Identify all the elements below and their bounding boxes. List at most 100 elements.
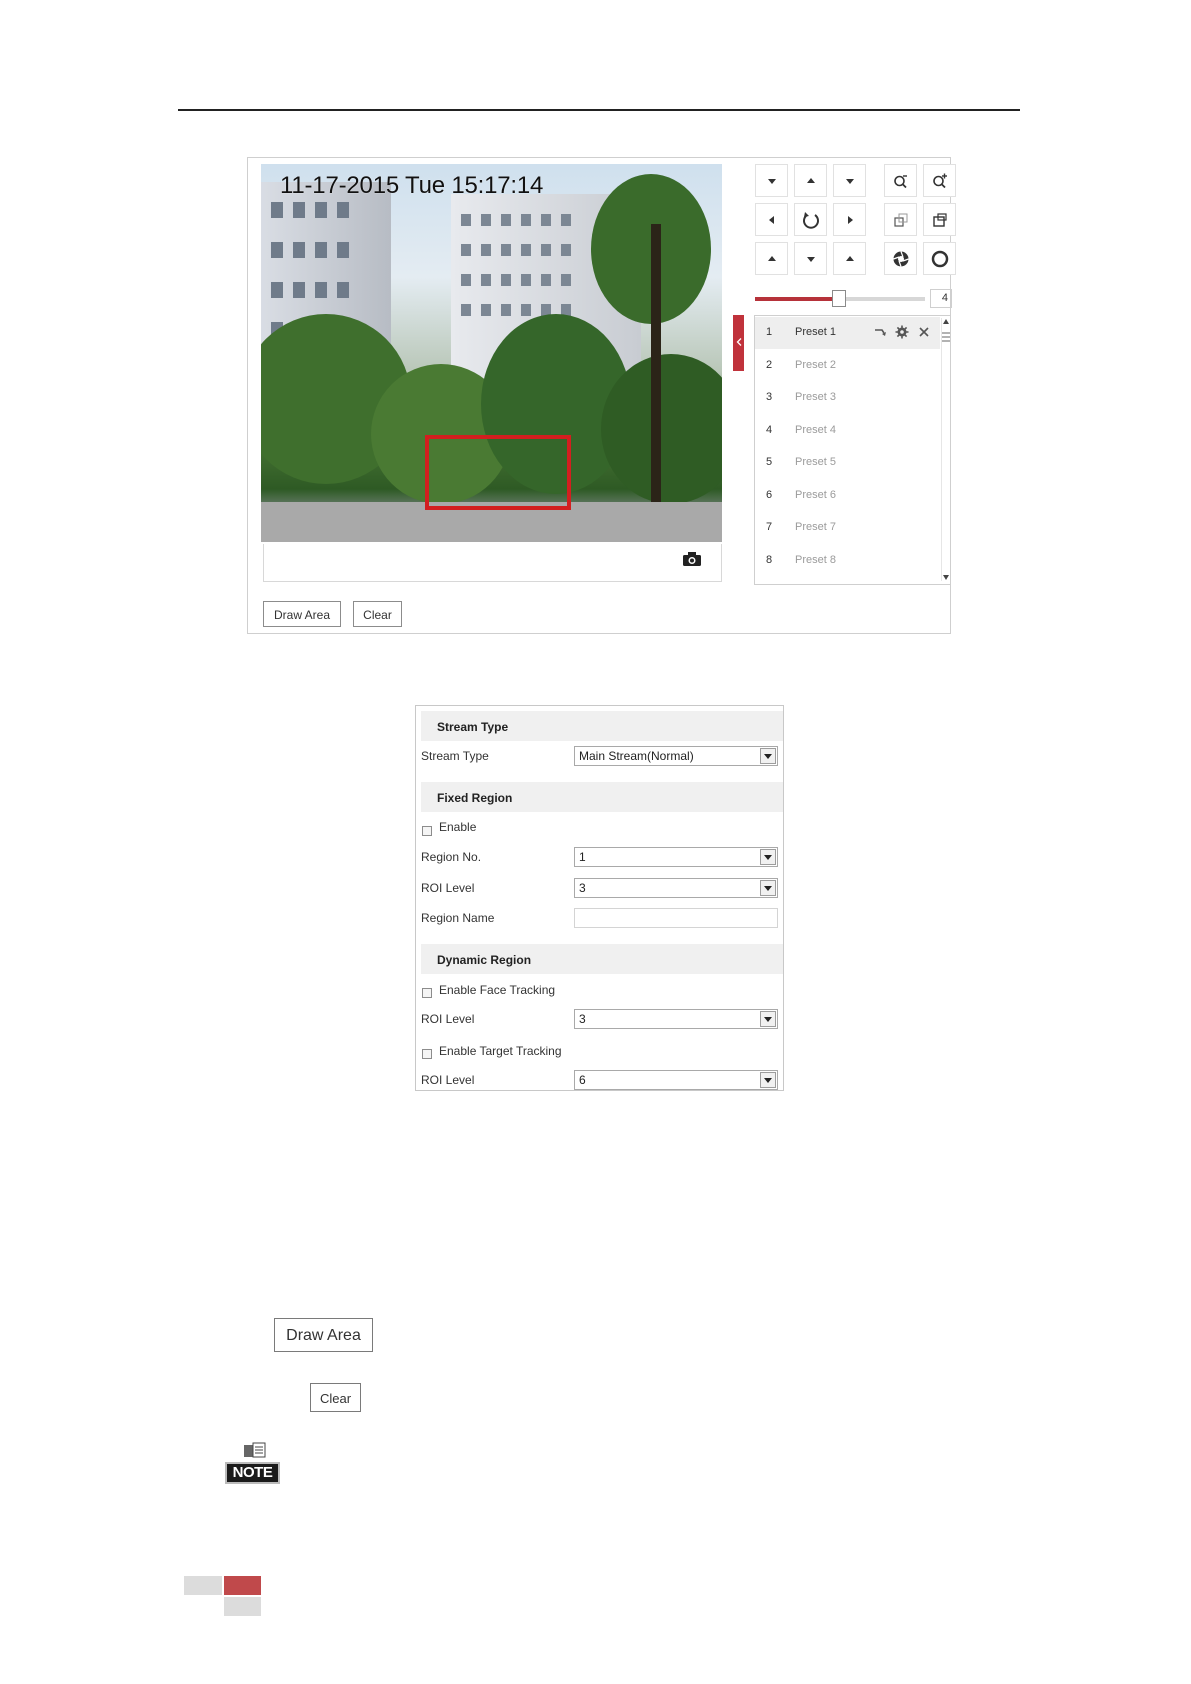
preset-name: Preset 7 [795, 521, 836, 533]
iris-close-icon [931, 250, 948, 267]
chevron-down-icon [760, 1011, 776, 1027]
header-divider [178, 109, 1020, 111]
chevron-left-icon [736, 338, 741, 347]
call-preset-icon[interactable] [873, 325, 887, 339]
arrow-up-icon [845, 255, 854, 261]
zoom-out-button[interactable] [884, 164, 917, 197]
chevron-down-icon [760, 748, 776, 764]
chevron-down-icon [760, 880, 776, 896]
pan-down-right-button[interactable] [833, 242, 866, 275]
face-roi-level-label: ROI Level [421, 1012, 475, 1026]
video-toolbar [263, 544, 722, 582]
arrow-down-icon [767, 178, 776, 184]
auto-scan-button[interactable] [794, 203, 827, 236]
preset-name: Preset 3 [795, 391, 836, 403]
draw-area-button-reference[interactable]: Draw Area [274, 1318, 373, 1352]
clear-button-reference[interactable]: Clear [310, 1383, 361, 1412]
ptz-speed-value: 4 [930, 289, 952, 308]
arrow-up-icon [806, 177, 815, 183]
arrow-down-icon [806, 256, 815, 262]
osd-timestamp: 11-17-2015 Tue 15:17:14 [280, 172, 544, 199]
pan-right-button[interactable] [833, 203, 866, 236]
arrow-down-icon [845, 178, 854, 184]
zoom-in-button[interactable] [923, 164, 956, 197]
pan-down-left-button[interactable] [755, 242, 788, 275]
preset-row[interactable]: 2 Preset 2 [755, 350, 940, 382]
region-no-select[interactable]: 1 [574, 847, 778, 867]
stream-type-select[interactable]: Main Stream(Normal) [574, 746, 778, 766]
iris-open-icon [892, 250, 909, 267]
face-roi-level-select[interactable]: 3 [574, 1009, 778, 1029]
note-label: NOTE [225, 1462, 280, 1484]
preset-name: Preset 4 [795, 423, 836, 436]
footer-decoration [224, 1597, 261, 1616]
preset-number: 7 [766, 521, 773, 533]
ptz-speed-slider-handle[interactable] [832, 290, 846, 307]
video-tree [601, 354, 722, 504]
section-header-fixed-region: Fixed Region [421, 782, 783, 812]
pan-left-button[interactable] [755, 203, 788, 236]
chevron-down-icon [760, 1072, 776, 1088]
iris-close-button[interactable] [923, 242, 956, 275]
clear-button[interactable]: Clear [353, 601, 402, 627]
preset-row[interactable]: 4 Preset 4 [755, 415, 940, 447]
target-tracking-checkbox[interactable] [422, 1049, 432, 1059]
fixed-roi-level-value: 3 [579, 881, 586, 895]
preset-list-scrollbar[interactable] [941, 318, 950, 581]
section-title: Dynamic Region [437, 953, 532, 967]
arrow-left-icon [768, 215, 774, 224]
region-no-label: Region No. [421, 850, 482, 864]
zoom-out-icon [893, 174, 907, 188]
face-tracking-checkbox[interactable] [422, 988, 432, 998]
preset-number: 5 [766, 456, 773, 468]
section-title: Stream Type [437, 720, 509, 734]
preset-name: Preset 2 [795, 358, 836, 371]
stream-type-value: Main Stream(Normal) [579, 749, 694, 763]
focus-far-icon [932, 212, 947, 227]
preset-number: 4 [766, 423, 773, 436]
preset-number: 3 [766, 391, 773, 403]
preset-row[interactable]: 3 Preset 3 [755, 382, 940, 414]
preset-number: 8 [766, 553, 773, 566]
section-title: Fixed Region [437, 791, 513, 805]
face-tracking-label: Enable Face Tracking [439, 983, 556, 997]
pan-up-right-button[interactable] [833, 164, 866, 197]
arrow-up-icon [767, 255, 776, 261]
camera-icon[interactable] [682, 551, 702, 567]
preset-actions [873, 325, 931, 339]
fixed-region-enable-label: Enable [439, 820, 477, 834]
region-name-input[interactable] [574, 908, 778, 928]
refresh-icon [802, 211, 819, 229]
preset-row[interactable]: 1 Preset 1 [755, 317, 940, 349]
delete-preset-icon[interactable] [917, 325, 931, 339]
draw-area-button[interactable]: Draw Area [263, 601, 341, 627]
preset-row[interactable]: 5 Preset 5 [755, 447, 940, 479]
video-tree-trunk [651, 224, 661, 524]
focus-near-button[interactable] [884, 203, 917, 236]
iris-open-button[interactable] [884, 242, 917, 275]
gear-icon[interactable] [895, 325, 909, 339]
preset-row[interactable]: 7 Preset 7 [755, 512, 940, 544]
target-roi-level-select[interactable]: 6 [574, 1070, 778, 1090]
preset-name: Preset 1 [795, 326, 836, 338]
ptz-speed-slider-fill [755, 297, 839, 301]
footer-decoration [184, 1576, 222, 1595]
focus-near-icon [893, 213, 907, 227]
focus-far-button[interactable] [923, 203, 956, 236]
collapse-ptz-panel-button[interactable] [733, 315, 744, 371]
pan-down-button[interactable] [794, 242, 827, 275]
face-roi-level-value: 3 [579, 1012, 586, 1026]
menu-lines-icon [942, 332, 950, 342]
target-roi-level-value: 6 [579, 1073, 586, 1087]
pan-up-button[interactable] [794, 164, 827, 197]
preset-row[interactable]: 6 Preset 6 [755, 480, 940, 512]
preset-row[interactable]: 8 Preset 8 [755, 545, 940, 577]
roi-region-box[interactable] [425, 435, 571, 510]
arrow-right-icon [847, 215, 853, 224]
fixed-roi-level-label: ROI Level [421, 881, 475, 895]
fixed-roi-level-select[interactable]: 3 [574, 878, 778, 898]
pan-up-left-button[interactable] [755, 164, 788, 197]
preset-number: 2 [766, 358, 773, 371]
fixed-region-enable-checkbox[interactable] [422, 826, 432, 836]
zoom-in-icon [932, 173, 947, 188]
